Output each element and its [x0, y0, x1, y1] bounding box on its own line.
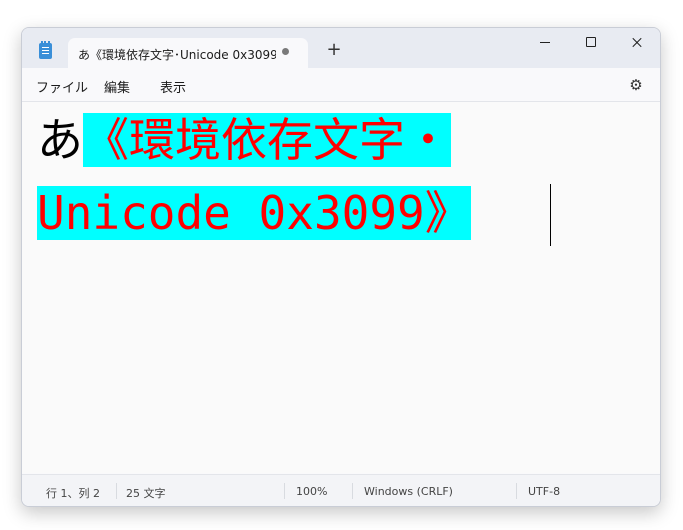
text-caret [550, 184, 551, 246]
editor-line-1: あ《環境依存文字・ [37, 112, 451, 168]
editor-text-plain: あ [37, 113, 83, 167]
gear-icon[interactable]: ⚙ [628, 77, 644, 93]
status-bar: 行 1、列 2 25 文字 100% Windows (CRLF) UTF-8 [22, 474, 660, 506]
minimize-button[interactable] [522, 28, 568, 58]
selected-text-line-1: 《環境依存文字・ [83, 113, 451, 167]
menu-edit[interactable]: 編集 [104, 77, 130, 96]
character-count: 25 文字 [126, 487, 166, 500]
menu-file[interactable]: ファイル [36, 77, 88, 96]
notepad-window: あ《環境依存文字･Unicode 0x3099》 + ファイル 編集 表示 ⚙ … [21, 27, 661, 507]
menu-view[interactable]: 表示 [160, 77, 186, 96]
status-divider [116, 483, 117, 499]
status-divider [352, 483, 353, 499]
selected-text-line-2: Unicode 0x3099》 [37, 186, 471, 240]
cursor-position: 行 1、列 2 [46, 487, 100, 500]
status-divider [284, 483, 285, 499]
unsaved-indicator-icon[interactable] [282, 48, 289, 55]
status-divider [516, 483, 517, 499]
menu-bar: ファイル 編集 表示 ⚙ [22, 68, 660, 102]
zoom-level[interactable]: 100% [296, 485, 327, 498]
close-button[interactable] [614, 28, 660, 58]
editor-line-2: Unicode 0x3099》 [37, 185, 471, 241]
text-editor[interactable]: あ《環境依存文字・ Unicode 0x3099》 [22, 102, 660, 473]
new-tab-button[interactable]: + [324, 40, 344, 60]
tab-title: あ《環境依存文字･Unicode 0x3099》 [78, 48, 276, 62]
line-ending[interactable]: Windows (CRLF) [364, 485, 453, 498]
document-tab[interactable]: あ《環境依存文字･Unicode 0x3099》 [68, 38, 308, 68]
notepad-icon [39, 41, 52, 59]
maximize-button[interactable] [568, 28, 614, 58]
title-bar: あ《環境依存文字･Unicode 0x3099》 + [22, 28, 660, 68]
encoding[interactable]: UTF-8 [528, 485, 560, 498]
